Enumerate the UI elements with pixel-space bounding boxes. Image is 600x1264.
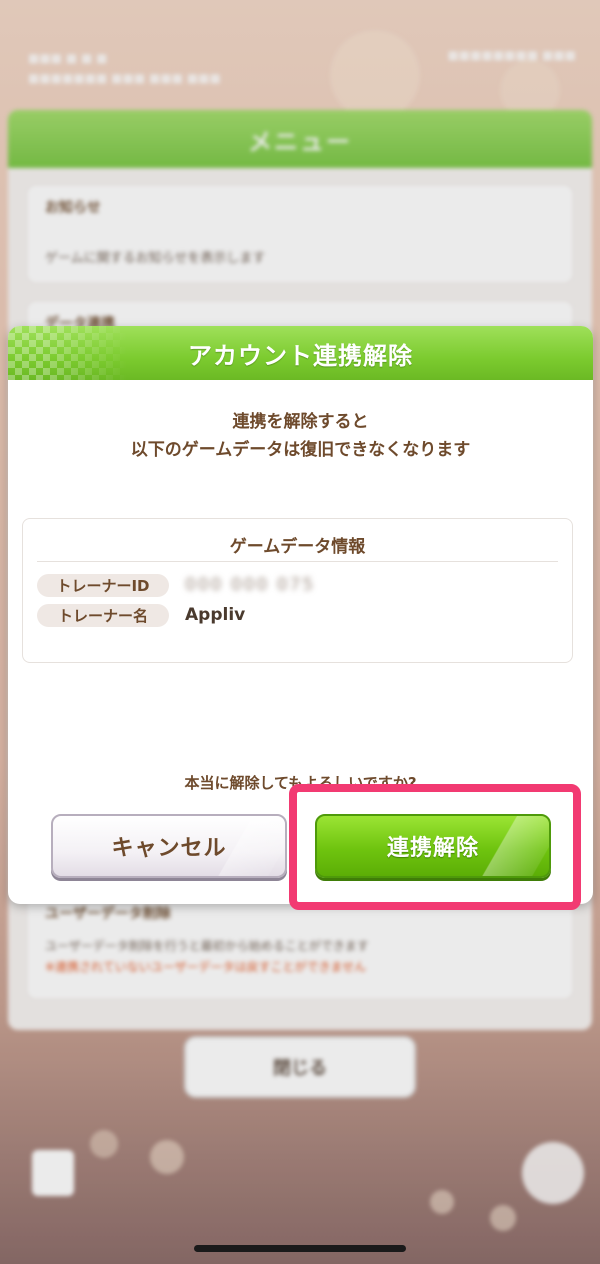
info-divider <box>37 561 558 562</box>
highlight-annotation <box>289 784 581 910</box>
cancel-button[interactable]: キャンセル <box>51 814 287 878</box>
trainer-name-value: Appliv <box>185 605 246 625</box>
trainer-id-row: トレーナーID 000 000 075 <box>37 570 572 600</box>
dialog-header: アカウント連携解除 <box>8 326 593 380</box>
trainer-id-label: トレーナーID <box>37 573 169 597</box>
trainer-id-value: 000 000 075 <box>185 575 316 595</box>
cancel-button-label: キャンセル <box>111 836 227 861</box>
game-data-info-box: ゲームデータ情報 トレーナーID 000 000 075 トレーナー名 Appl… <box>22 518 573 663</box>
message-line-1: 連携を解除すると <box>232 412 369 432</box>
message-line-2: 以下のゲームデータは復旧できなくなります <box>130 440 471 460</box>
info-title: ゲームデータ情報 <box>229 537 366 557</box>
trainer-name-row: トレーナー名 Appliv <box>37 600 572 630</box>
header-pattern <box>8 326 128 380</box>
dialog-message: 連携を解除すると 以下のゲームデータは復旧できなくなります <box>8 408 593 464</box>
home-indicator[interactable] <box>194 1245 406 1252</box>
dialog-title: アカウント連携解除 <box>188 341 413 370</box>
trainer-name-label: トレーナー名 <box>37 603 169 627</box>
